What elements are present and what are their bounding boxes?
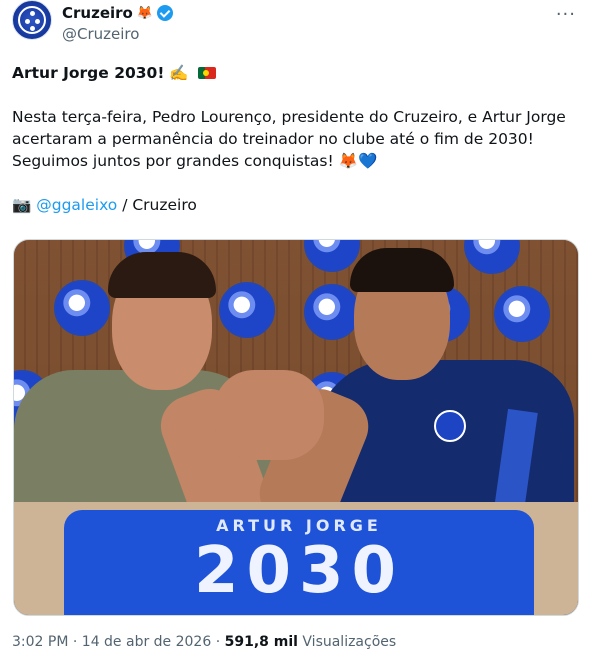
camera-icon: 📷 xyxy=(12,196,32,214)
tweet-body-line-3: Seguimos juntos por grandes conquistas! xyxy=(12,152,334,170)
portugal-flag-icon xyxy=(197,67,216,79)
photo-credit: 📷 @ggaleixo / Cruzeiro xyxy=(12,194,578,216)
tweet-headline: Artur Jorge 2030! xyxy=(12,64,165,82)
tweet-headline-line: Artur Jorge 2030! ✍️ xyxy=(12,62,578,84)
handshake xyxy=(214,370,324,460)
jersey-number: 2030 xyxy=(193,534,405,608)
tweet-photo[interactable]: ARTUR JORGE 2030 xyxy=(13,239,579,616)
views-count: 591,8 mil xyxy=(224,634,298,650)
author-name[interactable]: Cruzeiro xyxy=(62,4,133,22)
name-row: Cruzeiro 🦊 xyxy=(62,4,174,22)
meta-separator: · xyxy=(68,634,82,650)
fox-heart-emojis: 🦊💙 xyxy=(338,152,378,170)
jersey-name: ARTUR JORGE xyxy=(216,516,382,535)
tweet-text: Artur Jorge 2030! ✍️ Nesta terça-feira, … xyxy=(12,62,578,216)
tweet-meta: 3:02 PM · 14 de abr de 2026 · 591,8 mil … xyxy=(12,634,396,650)
tweet-date[interactable]: 14 de abr de 2026 xyxy=(82,634,211,650)
avatar-star xyxy=(35,19,40,24)
avatar-star xyxy=(30,11,35,16)
man-left-hair xyxy=(108,252,216,298)
jersey: ARTUR JORGE 2030 xyxy=(64,510,534,615)
photo-credit-suffix: / Cruzeiro xyxy=(117,196,197,214)
verified-badge-icon xyxy=(157,5,174,21)
football xyxy=(494,286,550,342)
tweet-header: Cruzeiro 🦊 @Cruzeiro ··· xyxy=(12,0,580,56)
tweet-body-line-1: Nesta terça-feira, Pedro Lourenço, presi… xyxy=(12,108,566,126)
avatar-star xyxy=(25,19,30,24)
views-label: Visualizações xyxy=(297,634,397,650)
photographer-link[interactable]: @ggaleixo xyxy=(36,196,117,214)
football xyxy=(219,282,275,338)
football xyxy=(304,284,360,340)
avatar[interactable] xyxy=(12,0,52,40)
tweet-body-line-3-wrap: Seguimos juntos por grandes conquistas! … xyxy=(12,150,578,172)
meta-separator: · xyxy=(211,634,225,650)
avatar-star xyxy=(30,26,35,31)
tweet-time[interactable]: 3:02 PM xyxy=(12,634,68,650)
football xyxy=(54,280,110,336)
club-crest-icon xyxy=(434,410,466,442)
more-options-icon[interactable]: ··· xyxy=(556,4,576,25)
writing-hand-emoji: ✍️ xyxy=(169,64,189,82)
author-handle[interactable]: @Cruzeiro xyxy=(62,25,139,43)
man-right-hair xyxy=(350,248,454,292)
fox-emoji: 🦊 xyxy=(136,5,154,21)
tweet-body-line-2: acertaram a permanência do treinador no … xyxy=(12,130,534,148)
